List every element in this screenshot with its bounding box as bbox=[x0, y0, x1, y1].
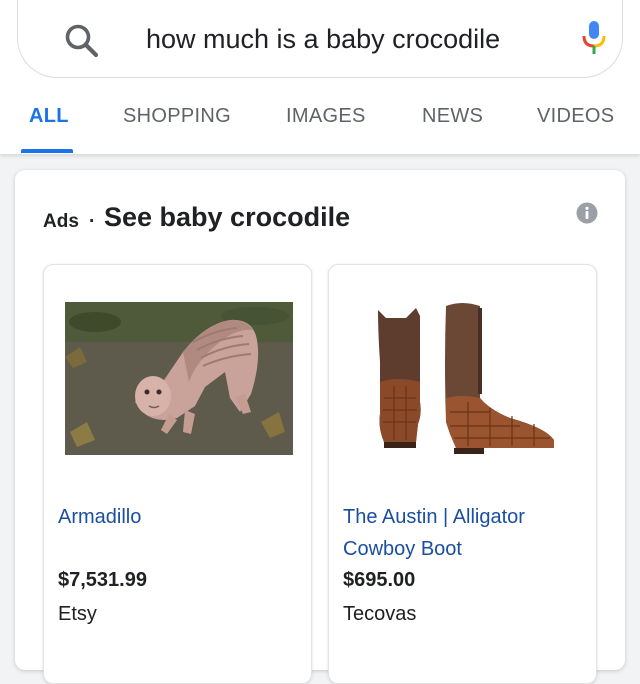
ads-separator: · bbox=[89, 211, 96, 232]
product-title-link[interactable]: Armadillo bbox=[58, 501, 298, 533]
tab-videos[interactable]: VIDEOS bbox=[537, 105, 614, 128]
tab-shopping[interactable]: SHOPPING bbox=[123, 105, 231, 128]
ads-label: Ads bbox=[43, 211, 79, 232]
ads-heading: See baby crocodile bbox=[104, 202, 351, 232]
search-header: how much is a baby crocodile ALL SHOPPIN… bbox=[0, 0, 640, 154]
product-card[interactable]: Armadillo $7,531.99 Etsy bbox=[43, 264, 312, 684]
mic-icon[interactable] bbox=[578, 18, 610, 58]
product-card[interactable]: The Austin | Alligator Cowboy Boot $695.… bbox=[328, 264, 597, 684]
creature-photo[interactable] bbox=[65, 302, 293, 455]
search-input[interactable]: how much is a baby crocodile bbox=[146, 22, 500, 56]
product-seller: Etsy bbox=[58, 603, 97, 625]
search-icon[interactable] bbox=[62, 21, 102, 61]
product-price: $7,531.99 bbox=[58, 569, 147, 591]
tab-images[interactable]: IMAGES bbox=[286, 105, 366, 128]
info-icon[interactable] bbox=[576, 202, 598, 224]
product-seller: Tecovas bbox=[343, 603, 417, 625]
cowboy-boots-photo[interactable] bbox=[350, 302, 578, 455]
search-box[interactable]: how much is a baby crocodile bbox=[17, 0, 623, 78]
ads-card: Ads · See baby crocodile Armadillo $7,53… bbox=[15, 170, 625, 684]
active-tab-indicator bbox=[21, 149, 73, 153]
tab-news[interactable]: NEWS bbox=[422, 105, 483, 128]
search-tabs: ALL SHOPPING IMAGES NEWS VIDEOS bbox=[0, 100, 640, 154]
tab-all[interactable]: ALL bbox=[29, 105, 69, 128]
product-price: $695.00 bbox=[343, 569, 416, 591]
product-title-link[interactable]: The Austin | Alligator Cowboy Boot bbox=[343, 501, 583, 565]
